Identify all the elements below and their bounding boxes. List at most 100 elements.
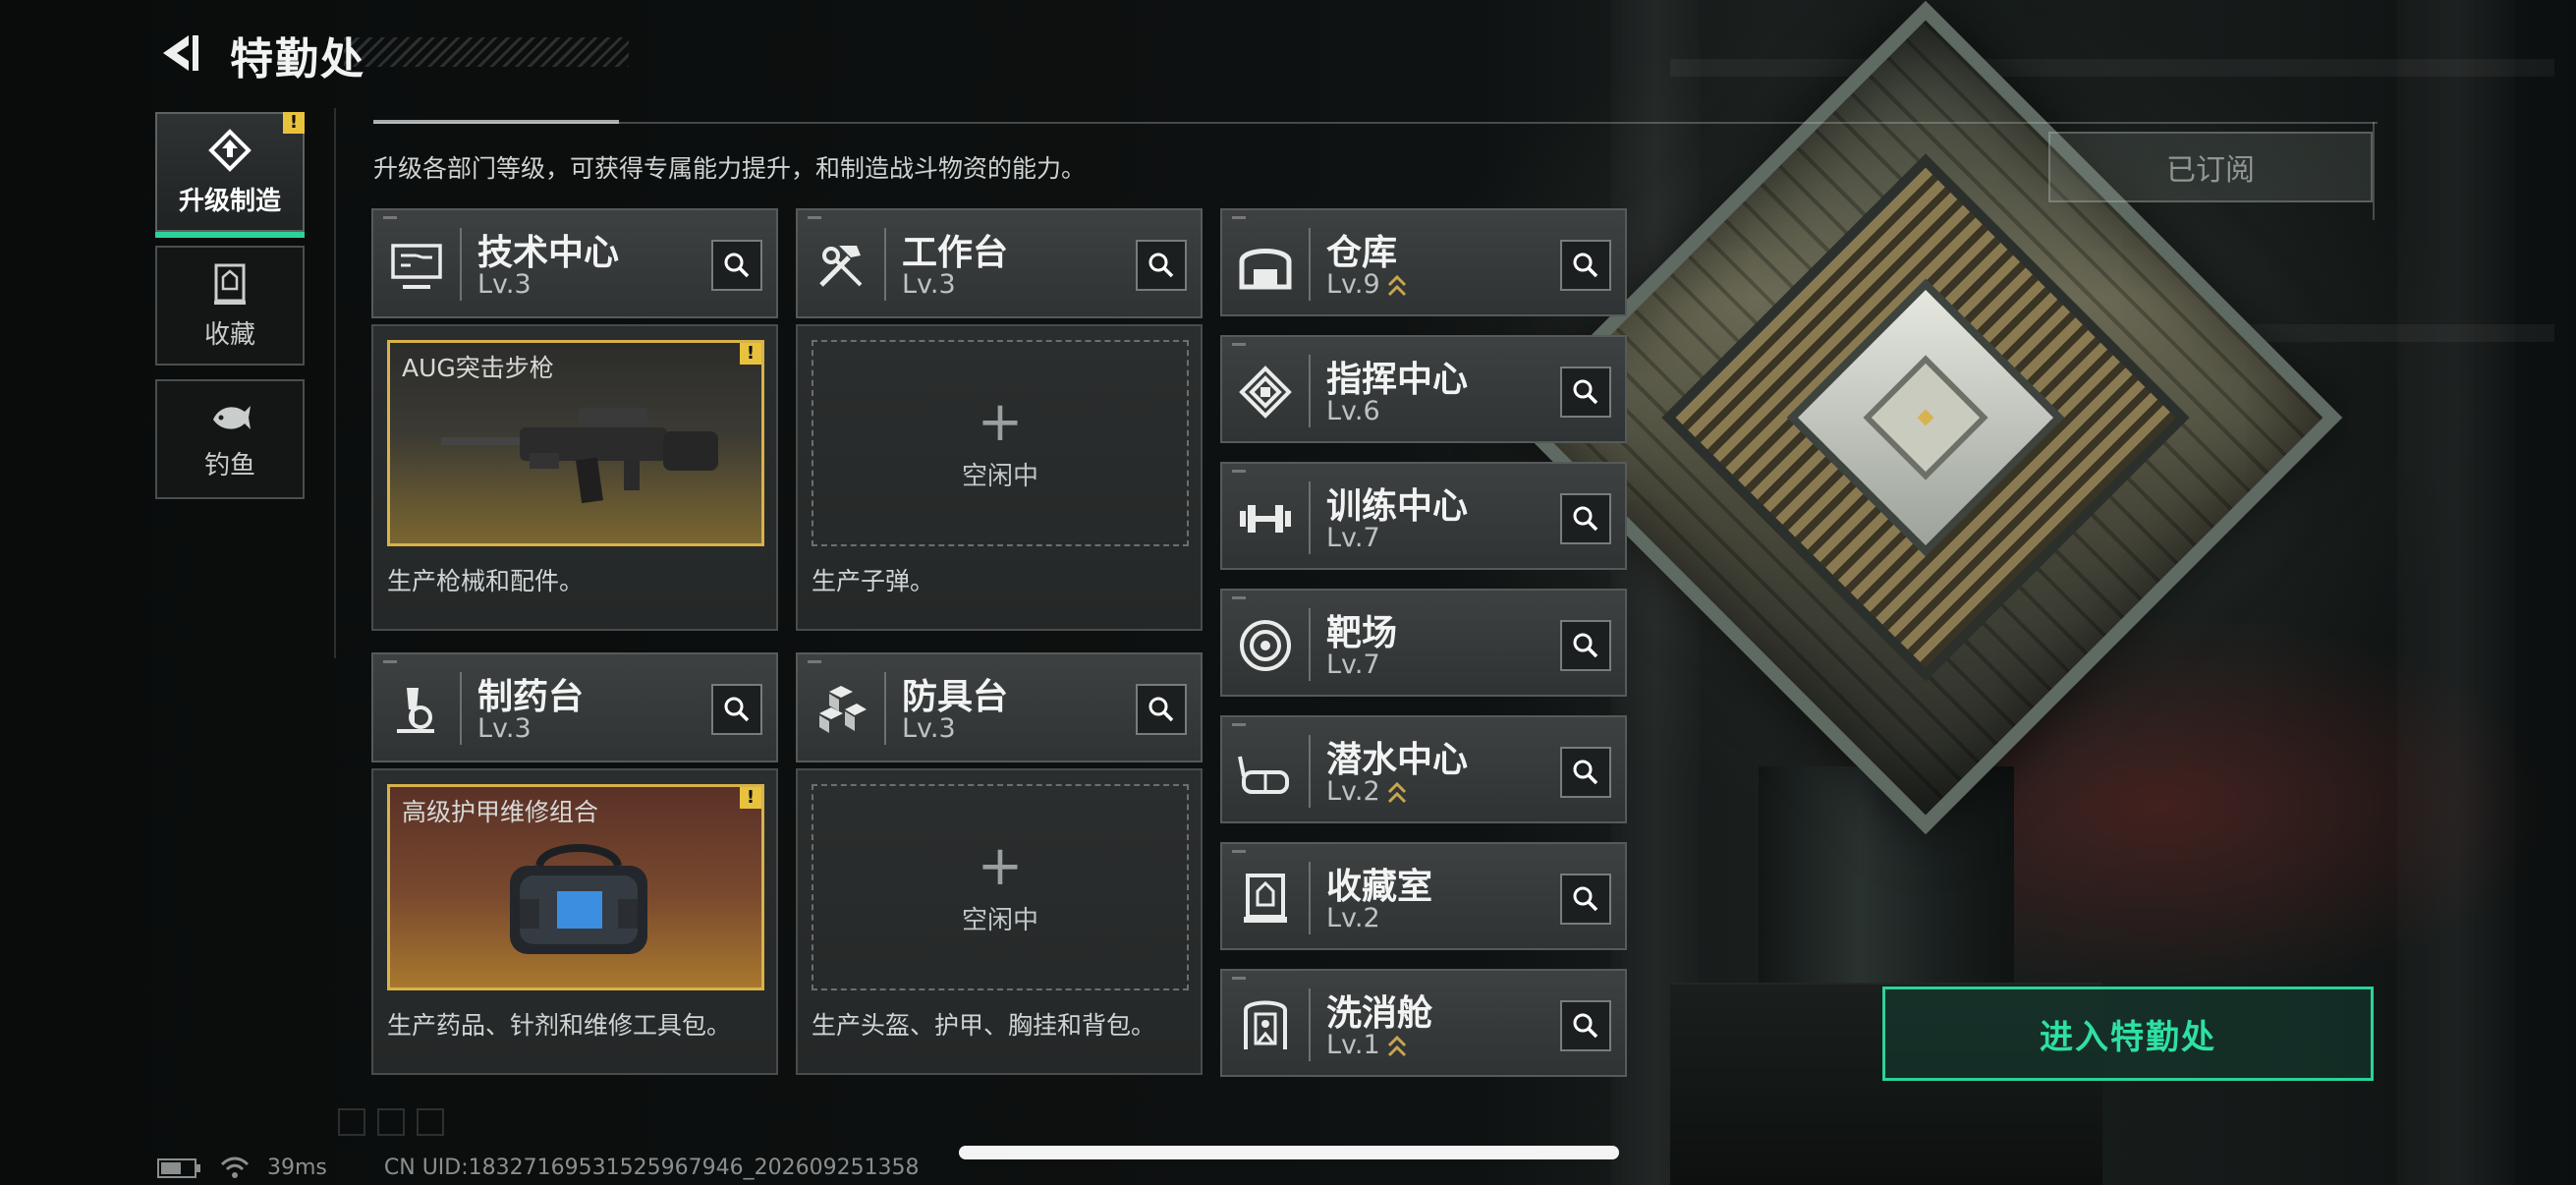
display-case-icon — [1244, 874, 1287, 923]
divider-highlight — [373, 120, 619, 124]
dept-level: Lv.7 — [1326, 649, 1380, 680]
alert-badge: ! — [740, 343, 761, 365]
dept-detail-button[interactable] — [1136, 240, 1187, 291]
dumbbell-icon — [1240, 505, 1291, 533]
hud-line — [2373, 122, 2375, 220]
dept-pharmacy[interactable]: 制药台 Lv.3 — [371, 652, 778, 762]
back-button[interactable] — [155, 29, 202, 77]
dept-detail-button[interactable] — [1560, 874, 1611, 925]
title-decoration — [344, 37, 629, 67]
nav-tab-collection[interactable]: 收藏 — [155, 246, 305, 366]
dept-level: Lv.3 — [477, 269, 532, 300]
dept-name: 收藏室 — [1326, 867, 1433, 907]
header-separator — [1309, 228, 1311, 301]
header-separator — [460, 228, 462, 301]
dept-description: 生产头盔、护甲、胸挂和背包。 — [812, 1011, 1156, 1040]
corner-tick — [1232, 596, 1246, 599]
microscope-icon — [397, 688, 434, 733]
upgrade-available-icon — [1387, 274, 1406, 296]
divider-line — [373, 122, 2378, 124]
armor-repair-kit-icon — [510, 844, 647, 954]
header-separator — [1309, 481, 1311, 554]
dept-level: Lv.2 — [1326, 776, 1408, 807]
header-separator — [460, 672, 462, 745]
search-icon — [1573, 379, 1598, 405]
dept-tech-center[interactable]: 技术中心 Lv.3 — [371, 208, 778, 318]
header-separator — [1309, 862, 1311, 934]
dept-level: Lv.3 — [902, 269, 956, 300]
chip-icon — [1239, 366, 1292, 419]
product-name: AUG突击步枪 — [402, 354, 554, 382]
bg-pillar — [2397, 0, 2515, 1185]
decor-box — [338, 1108, 365, 1136]
search-icon — [1573, 1013, 1598, 1039]
idle-label: 空闲中 — [961, 461, 1038, 491]
corner-tick — [383, 216, 397, 219]
production-slot[interactable]: + 空闲中 — [812, 340, 1189, 546]
assault-rifle-icon — [441, 408, 718, 504]
add-icon: + — [977, 833, 1024, 898]
enter-special-ops-button[interactable]: 进入特勤处 — [1882, 987, 2374, 1081]
nav-tab-upgrade[interactable]: 升级制造 ! — [155, 112, 305, 238]
corner-tick — [383, 660, 397, 663]
search-icon — [724, 697, 750, 722]
search-icon — [1573, 886, 1598, 912]
dept-name: 工作台 — [902, 233, 1009, 273]
dept-training-center[interactable]: 训练中心 Lv.7 — [1220, 462, 1627, 570]
dept-detail-button[interactable] — [1560, 493, 1611, 544]
dept-name: 制药台 — [477, 677, 585, 717]
dept-detail-button[interactable] — [711, 684, 762, 735]
upgrade-available-icon — [1387, 781, 1406, 803]
dept-decon-chamber[interactable]: 洗消舱 Lv.1 — [1220, 969, 1627, 1077]
dept-detail-button[interactable] — [1136, 684, 1187, 735]
dept-command-center[interactable]: 指挥中心 Lv.6 — [1220, 335, 1627, 443]
home-indicator[interactable] — [959, 1146, 1619, 1159]
dept-detail-button[interactable] — [1560, 747, 1611, 798]
dept-collection-room[interactable]: 收藏室 Lv.2 — [1220, 842, 1627, 950]
corner-tick — [1232, 977, 1246, 980]
dept-armory[interactable]: 防具台 Lv.3 — [796, 652, 1203, 762]
bg-beam — [1670, 59, 2554, 77]
product-name: 高级护甲维修组合 — [402, 798, 599, 826]
collection-icon — [214, 263, 246, 305]
alert-badge: ! — [740, 787, 761, 809]
dept-shooting-range[interactable]: 靶场 Lv.7 — [1220, 589, 1627, 697]
page-title: 特勤处 — [230, 34, 365, 85]
blocks-icon — [819, 686, 867, 733]
dept-workbench[interactable]: 工作台 Lv.3 — [796, 208, 1203, 318]
search-icon — [1573, 506, 1598, 532]
dept-detail-button[interactable] — [1560, 620, 1611, 671]
dept-level: Lv.6 — [1326, 396, 1380, 426]
dept-detail-button[interactable] — [1560, 367, 1611, 418]
dept-warehouse[interactable]: 仓库 Lv.9 — [1220, 208, 1627, 316]
back-arrow-icon — [163, 35, 198, 71]
dept-detail-button[interactable] — [1560, 240, 1611, 291]
dept-level: Lv.1 — [1326, 1030, 1408, 1060]
dept-description: 生产药品、针剂和维修工具包。 — [387, 1011, 732, 1040]
corner-tick — [1232, 723, 1246, 726]
warehouse-icon — [1239, 249, 1292, 290]
subscribed-button[interactable]: 已订阅 — [2048, 132, 2373, 202]
alert-badge: ! — [283, 112, 305, 134]
dept-diving-center[interactable]: 潜水中心 Lv.2 — [1220, 715, 1627, 823]
fish-icon — [213, 405, 251, 429]
dept-detail-button[interactable] — [711, 240, 762, 291]
dept-pharmacy-production: 高级护甲维修组合 ! 生产药品、针剂和维修工具包。 — [371, 768, 778, 1075]
dept-level: Lv.9 — [1326, 269, 1408, 300]
production-slot[interactable]: + 空闲中 — [812, 784, 1189, 990]
search-icon — [1148, 253, 1174, 278]
search-icon — [1573, 760, 1598, 785]
page-description: 升级各部门等级，可获得专属能力提升，和制造战斗物资的能力。 — [373, 154, 1087, 183]
dept-name: 仓库 — [1326, 233, 1398, 273]
dept-description: 生产枪械和配件。 — [387, 567, 585, 595]
dept-detail-button[interactable] — [1560, 1000, 1611, 1051]
dept-name: 指挥中心 — [1326, 360, 1469, 400]
monitor-icon — [391, 244, 442, 289]
production-slot[interactable]: 高级护甲维修组合 ! — [387, 784, 764, 990]
decon-icon — [1244, 1000, 1287, 1049]
production-slot[interactable]: AUG突击步枪 ! — [387, 340, 764, 546]
nav-tab-fishing[interactable]: 钓鱼 — [155, 379, 305, 499]
user-uid: CN UID:18327169531525967946_202609251358 — [383, 1156, 920, 1180]
idle-label: 空闲中 — [961, 905, 1038, 935]
dept-name: 靶场 — [1326, 613, 1398, 653]
